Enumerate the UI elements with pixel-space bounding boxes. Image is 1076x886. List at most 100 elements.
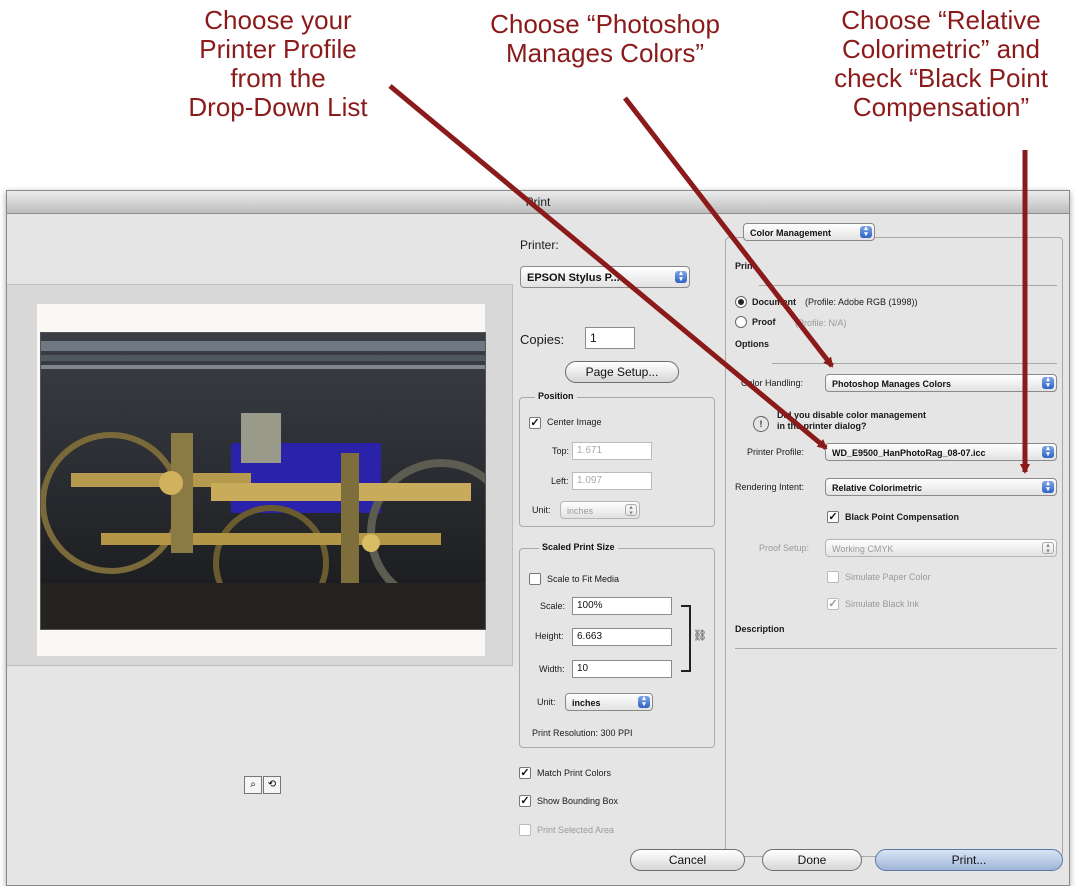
- proof-setup-select[interactable]: Working CMYK ▴ ▾: [825, 539, 1057, 557]
- proof-profile: (Profile: N/A): [795, 318, 847, 328]
- top-label: Top:: [552, 446, 570, 456]
- divider: [735, 648, 1057, 649]
- scaled-print-size-title: Scaled Print Size: [539, 542, 618, 552]
- simulate-black-label: Simulate Black Ink: [845, 599, 920, 609]
- proof-label: Proof: [752, 317, 776, 327]
- proof-setup-value: Working CMYK: [832, 544, 894, 554]
- show-bounding-box-checkbox[interactable]: ✓: [519, 795, 531, 807]
- scaled-unit-select[interactable]: inches ▴ ▾: [565, 693, 653, 711]
- match-print-colors-label: Match Print Colors: [537, 768, 612, 778]
- annotation-line: Colorimetric” and: [842, 34, 1040, 64]
- warning-line-1: Did you disable color management: [777, 410, 927, 420]
- document-label: Document: [752, 297, 797, 307]
- color-handling-value: Photoshop Manages Colors: [832, 379, 952, 389]
- position-unit-value: inches: [567, 506, 594, 516]
- color-handling-label: Color Handling:: [741, 378, 804, 388]
- done-button[interactable]: Done: [762, 849, 862, 871]
- page-setup-button[interactable]: Page Setup...: [565, 361, 679, 383]
- stepper-icon: ▴ ▾: [1042, 376, 1054, 389]
- color-handling-select[interactable]: Photoshop Manages Colors ▴ ▾: [825, 374, 1057, 392]
- position-unit-select[interactable]: inches ▴ ▾: [560, 501, 640, 519]
- simulate-black-checkbox[interactable]: ✓: [827, 598, 839, 610]
- annotation-line: Printer Profile: [199, 34, 357, 64]
- position-unit-label: Unit:: [532, 505, 551, 515]
- simulate-paper-checkbox[interactable]: [827, 571, 839, 583]
- proof-radio[interactable]: [735, 316, 747, 328]
- divider: [772, 363, 1057, 364]
- fit-to-window-icon[interactable]: ⌕: [244, 776, 262, 794]
- scale-input[interactable]: 100%: [572, 597, 672, 615]
- left-input[interactable]: 1.097: [572, 472, 652, 490]
- rotate-icon[interactable]: ⟲: [263, 776, 281, 794]
- dialog-titlebar: Print: [7, 191, 1069, 214]
- copies-input[interactable]: 1: [585, 327, 635, 349]
- print-selected-area-checkbox[interactable]: [519, 824, 531, 836]
- annotation-relative-colorimetric: Choose “Relative Colorimetric” and check…: [816, 6, 1066, 122]
- annotation-line: from the: [230, 63, 326, 93]
- center-image-label: Center Image: [547, 417, 602, 427]
- show-bounding-box-label: Show Bounding Box: [537, 796, 619, 806]
- printer-value: EPSON Stylus P...: [527, 272, 620, 284]
- annotation-line: Manages Colors”: [506, 38, 704, 68]
- print-resolution: Print Resolution: 300 PPI: [532, 728, 633, 738]
- scaled-unit-value: inches: [572, 698, 601, 708]
- black-point-label: Black Point Compensation: [845, 512, 960, 522]
- annotation-line: check “Black Point: [834, 63, 1048, 93]
- stepper-icon: ▴ ▾: [1042, 480, 1054, 493]
- description-label: Description: [735, 624, 785, 634]
- copies-label: Copies:: [520, 332, 565, 347]
- annotation-line: Choose “Relative: [841, 5, 1041, 35]
- annotation-line: Choose “Photoshop: [490, 9, 720, 39]
- preview-image[interactable]: [40, 332, 486, 630]
- width-label: Width:: [539, 664, 565, 674]
- dialog-title: Print: [525, 195, 551, 209]
- center-image-checkbox[interactable]: ✓: [529, 417, 541, 429]
- printer-label: Printer:: [520, 238, 559, 252]
- print-button[interactable]: Print...: [875, 849, 1063, 871]
- rendering-intent-label: Rendering Intent:: [735, 482, 805, 492]
- locomotive-photo: [41, 333, 485, 629]
- print-dialog: Print ⌕ ⟲ Printer: EPSON Stylus P... ▴ ▾…: [6, 190, 1070, 886]
- simulate-paper-label: Simulate Paper Color: [845, 572, 931, 582]
- annotation-line: Drop-Down List: [188, 92, 368, 122]
- proof-setup-label: Proof Setup:: [759, 543, 810, 553]
- cancel-button[interactable]: Cancel: [630, 849, 745, 871]
- rendering-intent-value: Relative Colorimetric: [832, 483, 923, 493]
- annotation-line: Compensation”: [852, 92, 1030, 122]
- document-radio[interactable]: [735, 296, 747, 308]
- color-management-select[interactable]: Color Management ▴ ▾: [743, 223, 875, 241]
- stepper-icon: ▴ ▾: [860, 225, 872, 238]
- stepper-icon: ▴ ▾: [1042, 445, 1054, 458]
- annotation-line: Choose your: [204, 5, 352, 35]
- stepper-icon: ▴ ▾: [1042, 542, 1054, 555]
- stepper-icon: ▴ ▾: [638, 695, 650, 708]
- stepper-icon: ▴ ▾: [675, 270, 687, 283]
- annotation-photoshop-manages: Choose “Photoshop Manages Colors”: [470, 10, 740, 68]
- annotation-printer-profile: Choose your Printer Profile from the Dro…: [158, 6, 398, 122]
- print-section-label: Print: [735, 261, 756, 271]
- match-print-colors-checkbox[interactable]: ✓: [519, 767, 531, 779]
- stepper-icon: ▴ ▾: [625, 504, 637, 517]
- document-profile: (Profile: Adobe RGB (1998)): [805, 297, 918, 307]
- height-input[interactable]: 6.663: [572, 628, 672, 646]
- color-management-value: Color Management: [750, 228, 832, 238]
- warning-icon: !: [753, 416, 769, 432]
- scaled-unit-label: Unit:: [537, 697, 556, 707]
- printer-select[interactable]: EPSON Stylus P... ▴ ▾: [520, 266, 690, 288]
- options-label: Options: [735, 339, 769, 349]
- width-input[interactable]: 10: [572, 660, 672, 678]
- scale-label: Scale:: [540, 601, 566, 611]
- divider: [759, 285, 1057, 286]
- printer-profile-select[interactable]: WD_E9500_HanPhotoRag_08-07.icc ▴ ▾: [825, 443, 1057, 461]
- print-selected-area-label: Print Selected Area: [537, 825, 615, 835]
- warning-line-2: in the printer dialog?: [777, 421, 867, 431]
- printer-profile-label: Printer Profile:: [747, 447, 805, 457]
- chain-link-icon[interactable]: ⛓: [693, 629, 707, 642]
- scale-to-fit-label: Scale to Fit Media: [547, 574, 620, 584]
- scale-to-fit-checkbox[interactable]: [529, 573, 541, 585]
- rendering-intent-select[interactable]: Relative Colorimetric ▴ ▾: [825, 478, 1057, 496]
- top-input[interactable]: 1.671: [572, 442, 652, 460]
- black-point-checkbox[interactable]: ✓: [827, 511, 839, 523]
- left-label: Left:: [551, 476, 569, 486]
- printer-profile-value: WD_E9500_HanPhotoRag_08-07.icc: [832, 448, 986, 458]
